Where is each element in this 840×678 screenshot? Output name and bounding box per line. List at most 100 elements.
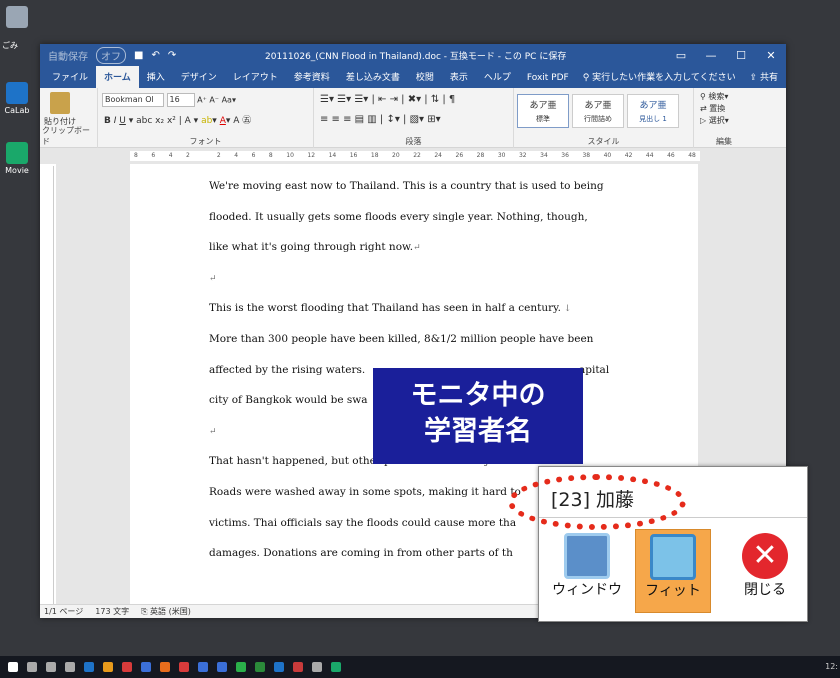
find-button[interactable]: ⚲ 検索▾ — [700, 91, 729, 103]
maximize-button[interactable]: ☐ — [726, 44, 756, 66]
font-name-select[interactable]: Bookman Ol — [102, 93, 164, 107]
tab-4[interactable]: レイアウト — [225, 70, 286, 88]
clipboard-label: クリップボード — [42, 126, 90, 146]
tab-7[interactable]: 校閲 — [408, 70, 442, 88]
style-heading-1[interactable]: あア亜 見出し 1 — [627, 94, 679, 128]
tab-2[interactable]: 挿入 — [139, 70, 173, 88]
highlight-icon[interactable]: ab — [201, 116, 212, 126]
style-no-spacing[interactable]: あア亜 行間詰め — [572, 94, 624, 128]
align-icons[interactable]: ≡ ≡ ≡ ▤ ▥ | ↕▾ | ▧▾ ⊞▾ — [320, 114, 441, 125]
minimize-button[interactable]: — — [696, 44, 726, 66]
close-button[interactable]: ✕ 閉じる — [727, 529, 803, 613]
bold-icon[interactable]: B — [104, 116, 111, 126]
taskbar-app-icon[interactable] — [8, 662, 18, 672]
taskbar-app-icon[interactable] — [122, 662, 132, 672]
recycle-bin-icon[interactable] — [2, 6, 32, 30]
ruler-tick: 20 — [392, 152, 400, 159]
taskbar-app-icon[interactable] — [312, 662, 322, 672]
taskbar-app-icon[interactable] — [255, 662, 265, 672]
select-button[interactable]: ▷ 選択▾ — [700, 115, 729, 127]
tab-9[interactable]: ヘルプ — [476, 70, 519, 88]
taskbar-app-icon[interactable] — [103, 662, 113, 672]
language-status[interactable]: ⎘ 英語 (米国) — [141, 606, 191, 617]
replace-button[interactable]: ⇄ 置換 — [700, 103, 729, 115]
tab-8[interactable]: 表示 — [442, 70, 476, 88]
taskbar-app-icon[interactable] — [46, 662, 56, 672]
fit-button[interactable]: フィット — [635, 529, 711, 613]
ruler-tick: 32 — [518, 152, 527, 159]
ruler-tick: 2 — [186, 152, 190, 159]
ribbon-display-icon[interactable]: ▭ — [666, 44, 696, 66]
tab-3[interactable]: デザイン — [173, 70, 225, 88]
taskbar-app-icon[interactable] — [160, 662, 170, 672]
ruler-tick: 36 — [561, 152, 569, 159]
paragraph-label: 段落 — [405, 137, 422, 146]
strike-icon[interactable]: abc — [136, 116, 152, 126]
document-line[interactable]: This is the worst flooding that Thailand… — [209, 294, 619, 323]
ruler-tick: 42 — [624, 152, 633, 159]
font-size-select[interactable]: 16 — [166, 93, 195, 107]
autosave-toggle[interactable]: オフ — [96, 46, 126, 64]
taskbar-app-icon[interactable] — [274, 662, 284, 672]
close-window-button[interactable]: ✕ — [756, 44, 786, 66]
font-color-icon[interactable]: A — [220, 116, 226, 126]
save-icon[interactable]: ■ — [134, 50, 143, 61]
redo-icon[interactable]: ↷ — [168, 50, 176, 61]
ruler-tick: 24 — [434, 152, 442, 159]
calab-app-icon[interactable]: CaLab — [2, 82, 32, 115]
edit-label: 編集 — [716, 137, 732, 146]
ruler-tick: 8 — [268, 152, 273, 159]
ruler-tick: 38 — [582, 152, 591, 159]
taskbar-app-icon[interactable] — [198, 662, 208, 672]
share-button[interactable]: ⇪ 共有 — [742, 70, 786, 88]
word-count[interactable]: 173 文字 — [95, 606, 129, 617]
document-line[interactable]: We're moving east now to Thailand. This … — [209, 172, 619, 200]
taskbar-app-icon[interactable] — [236, 662, 246, 672]
underline-icon[interactable]: U — [119, 116, 126, 126]
grow-font-icon[interactable]: A⁺ A⁻ Aa▾ — [197, 96, 236, 105]
ribbon-tabs: ファイル ホーム 挿入 デザイン レイアウト 参考資料 差し込み文書 校閲 表示 ヘルプ Foxit… — [40, 65, 786, 88]
list-icons[interactable]: ☰▾ ☰▾ ☰▾ | ⇤ ⇥ | ✖▾ | ⇅ | ¶ — [320, 94, 455, 105]
style-normal[interactable]: あア亜 標準 — [517, 94, 569, 128]
style-group: あア亜 標準 あア亜 行間詰め あア亜 見出し 1 スタイル — [514, 88, 694, 148]
tab-5[interactable]: 参考資料 — [286, 70, 338, 88]
taskbar-app-icon[interactable] — [27, 662, 37, 672]
taskbar-app-icon[interactable] — [331, 662, 341, 672]
italic-icon[interactable]: I — [114, 116, 117, 126]
ruler-tick: 4 — [168, 152, 173, 159]
taskbar-app-icon[interactable] — [84, 662, 94, 672]
horizontal-ruler: 8 6 4 2 2 4 6 8 10 12 14 16 18 20 22 24 26 28 30 32 34 36 38 40… — [40, 148, 786, 164]
taskbar-app-icon[interactable] — [293, 662, 303, 672]
ruler-tick: 18 — [370, 152, 379, 159]
taskbar-app-icon[interactable] — [179, 662, 189, 672]
ruler-tick: 22 — [413, 152, 421, 159]
taskbar-app-icon[interactable] — [141, 662, 151, 672]
document-line[interactable]: like what it's going through right now.↵ — [209, 233, 619, 262]
autosave-label[interactable]: 自動保存 — [48, 48, 88, 63]
movie-app-icon[interactable]: Movie — [2, 142, 32, 175]
taskbar-app-icon[interactable] — [65, 662, 75, 672]
ruler-tick: 6 — [251, 152, 256, 159]
ruler-tick: 6 — [151, 152, 156, 159]
ruler-tick: 40 — [603, 152, 612, 159]
font-group-label: フォント — [189, 137, 222, 146]
document-line[interactable]: More than 300 people have been killed, 8… — [209, 325, 619, 353]
document-line[interactable]: ↵ — [209, 264, 619, 293]
tab-6[interactable]: 差し込み文書 — [338, 70, 408, 88]
tab-10[interactable]: Foxit PDF — [519, 73, 577, 88]
document-line[interactable]: flooded. It usually gets some floods eve… — [209, 203, 619, 231]
undo-icon[interactable]: ↶ — [151, 50, 159, 61]
window-button[interactable]: ウィンドウ — [549, 529, 625, 613]
title-bar: 自動保存 オフ ■ ↶ ↷ 20111026_(CNN Flood in Tha… — [40, 44, 786, 66]
desktop-label: ごみ — [2, 41, 18, 50]
tab-1[interactable]: ホーム — [96, 65, 139, 88]
page-count[interactable]: 1/1 ページ — [44, 606, 83, 617]
taskbar-app-icon[interactable] — [217, 662, 227, 672]
ruler-tick: 28 — [476, 152, 485, 159]
tell-me-search[interactable]: ⚲ 実行したい作業を入力してください — [583, 70, 736, 88]
close-icon: ✕ — [742, 533, 788, 579]
clock[interactable]: 12: — [825, 662, 838, 671]
highlight-oval — [508, 474, 686, 530]
tab-0[interactable]: ファイル — [44, 70, 96, 88]
paste-icon[interactable] — [50, 92, 70, 114]
